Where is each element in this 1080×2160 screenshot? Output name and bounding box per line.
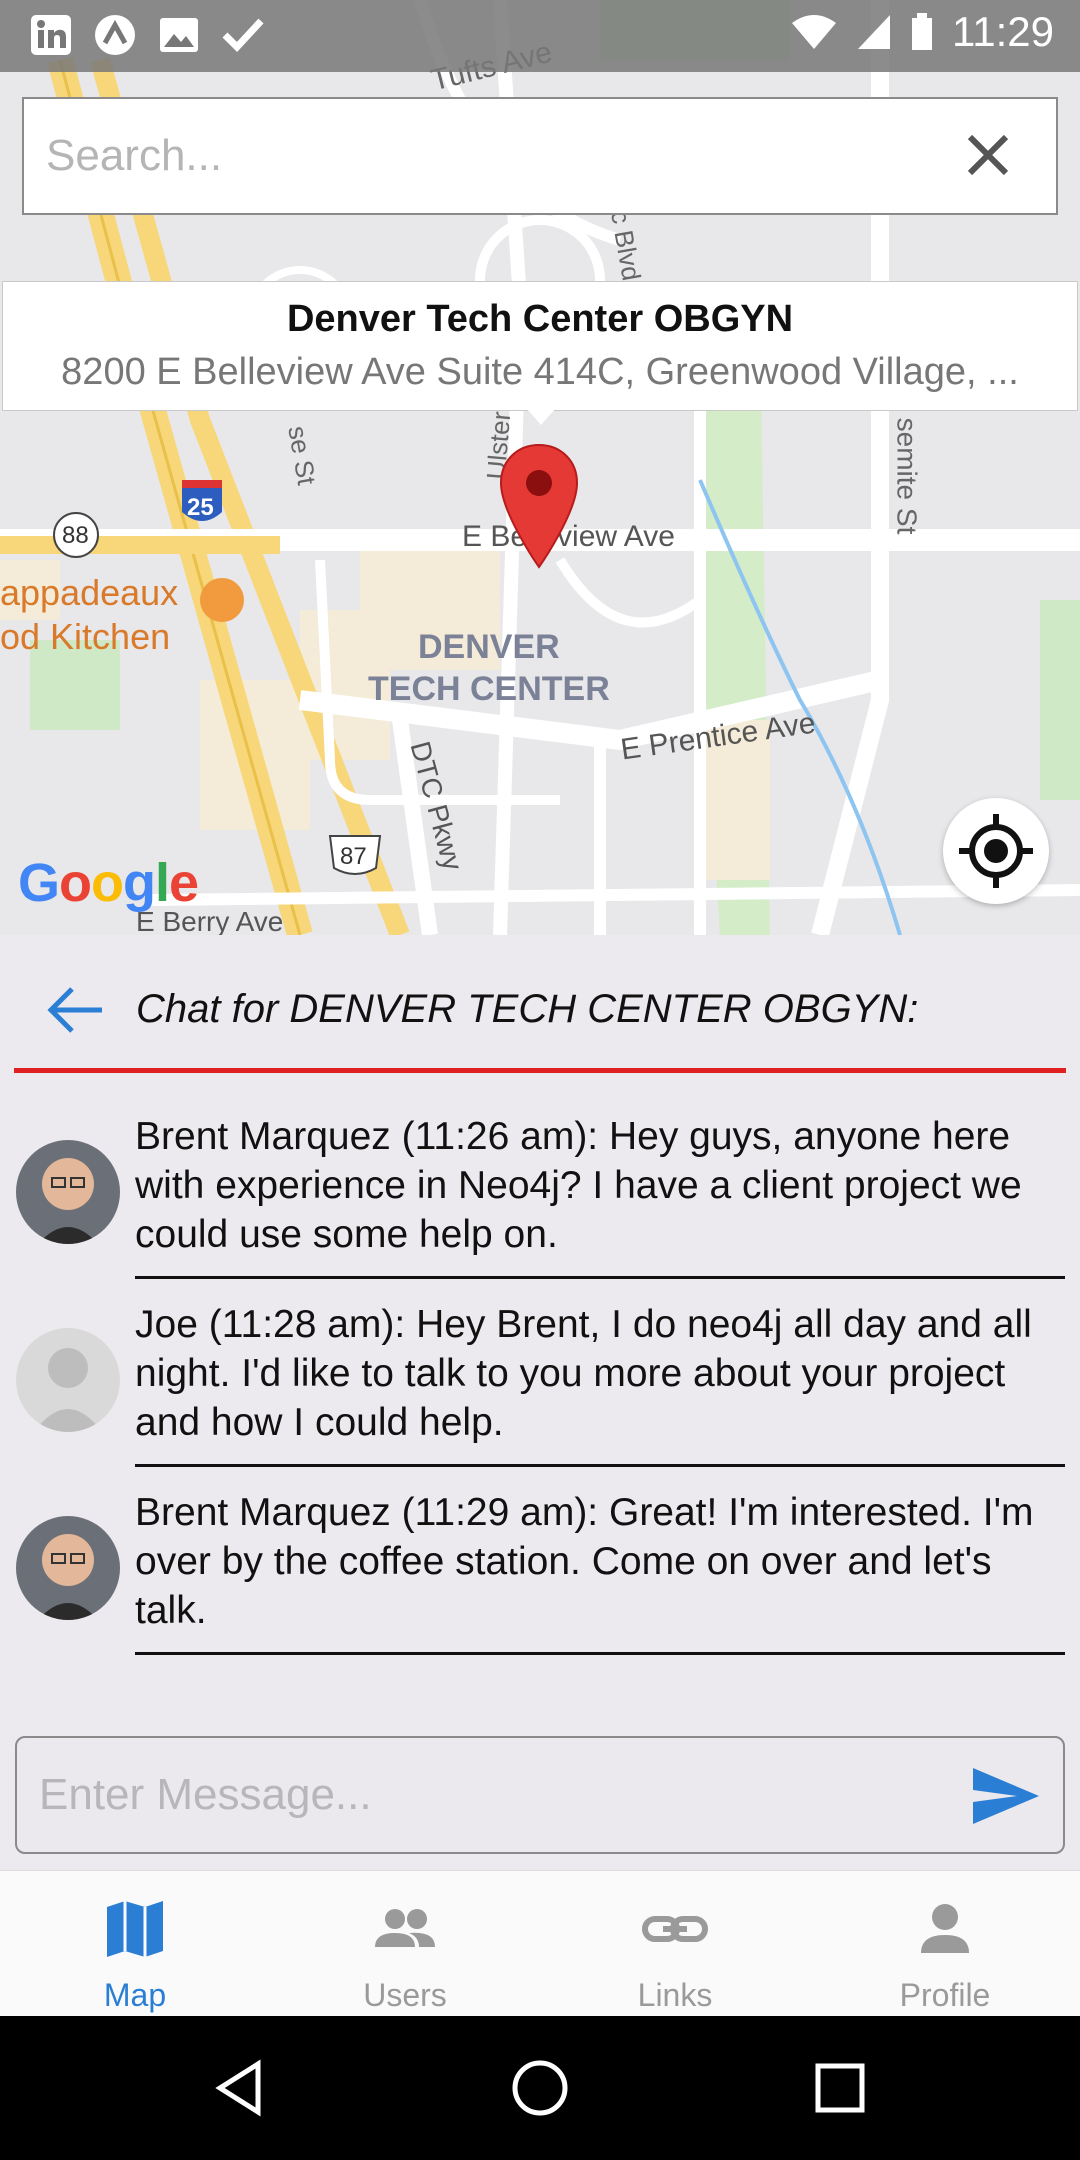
tab-label: Profile (899, 1977, 991, 2013)
search-input[interactable] (44, 99, 944, 213)
place-address: 8200 E Belleview Ave Suite 414C, Greenwo… (61, 351, 1019, 393)
tab-label: Map (103, 1977, 167, 2013)
header-divider (14, 1068, 1066, 1073)
image-icon (156, 12, 202, 58)
poi-label-line2: od Kitchen (0, 616, 171, 657)
app-icon (92, 12, 138, 58)
users-icon (375, 1909, 435, 1947)
location-marker-icon[interactable] (499, 443, 579, 574)
avatar-placeholder[interactable] (16, 1328, 120, 1432)
bottom-tab-bar: Map Users Links Profile (0, 1870, 1080, 2016)
route-88-label: 88 (62, 522, 89, 549)
linkedin-icon (28, 12, 74, 58)
back-arrow-icon[interactable] (46, 985, 106, 1035)
message-text: Brent Marquez (11:26 am): Hey guys, anyo… (135, 1115, 1022, 1256)
tab-users[interactable]: Users (270, 1871, 540, 2017)
map-icon (107, 1901, 163, 1957)
tab-profile[interactable]: Profile (810, 1871, 1080, 2017)
close-icon[interactable] (958, 125, 1018, 185)
chat-title: Chat for DENVER TECH CENTER OBGYN: (136, 987, 919, 1031)
tab-map[interactable]: Map (0, 1871, 270, 2017)
message-divider (135, 1652, 1065, 1655)
message-input[interactable] (37, 1738, 937, 1852)
message-text: Brent Marquez (11:29 am): Great! I'm int… (135, 1491, 1034, 1632)
status-bar: 11:29 (0, 0, 1080, 72)
message-divider (135, 1464, 1065, 1467)
message-divider (135, 1276, 1065, 1279)
place-title: Denver Tech Center OBGYN (286, 298, 794, 340)
tab-label: Links (637, 1977, 713, 2013)
place-info-window[interactable]: Denver Tech Center OBGYN 8200 E Bellevie… (2, 281, 1078, 411)
clock-time: 11:29 (952, 8, 1054, 55)
search-bar[interactable] (22, 97, 1058, 215)
system-nav-bar (0, 2016, 1080, 2160)
route-87-label: 87 (340, 843, 367, 870)
crosshair-icon (959, 814, 1033, 888)
send-icon[interactable] (971, 1764, 1041, 1828)
recents-square-icon[interactable] (810, 2058, 870, 2118)
message-text: Joe (11:28 am): Hey Brent, I do neo4j al… (135, 1303, 1032, 1444)
avatar[interactable] (16, 1516, 120, 1620)
home-circle-icon[interactable] (510, 2058, 570, 2118)
tab-label: Users (363, 1977, 447, 2013)
tab-links[interactable]: Links (540, 1871, 810, 2017)
chat-header: Chat for DENVER TECH CENTER OBGYN: (0, 935, 1080, 1075)
my-location-button[interactable] (943, 798, 1049, 904)
signal-icon (858, 15, 890, 49)
route-25-label: 25 (187, 494, 214, 521)
google-logo: Google (18, 853, 199, 913)
profile-icon (921, 1904, 969, 1953)
street-label-yosemite: semite St (891, 417, 923, 535)
area-label-line1: DENVER (418, 628, 560, 666)
message-composer[interactable] (15, 1736, 1065, 1854)
poi-label-line1: appadeaux (0, 572, 179, 613)
area-label-line2: TECH CENTER (368, 670, 610, 708)
info-window-pointer (527, 409, 555, 425)
battery-icon (912, 13, 932, 50)
check-icon (220, 12, 266, 58)
avatar[interactable] (16, 1140, 120, 1244)
back-triangle-icon[interactable] (210, 2058, 270, 2118)
wifi-icon (792, 15, 836, 49)
link-icon (642, 1916, 708, 1942)
